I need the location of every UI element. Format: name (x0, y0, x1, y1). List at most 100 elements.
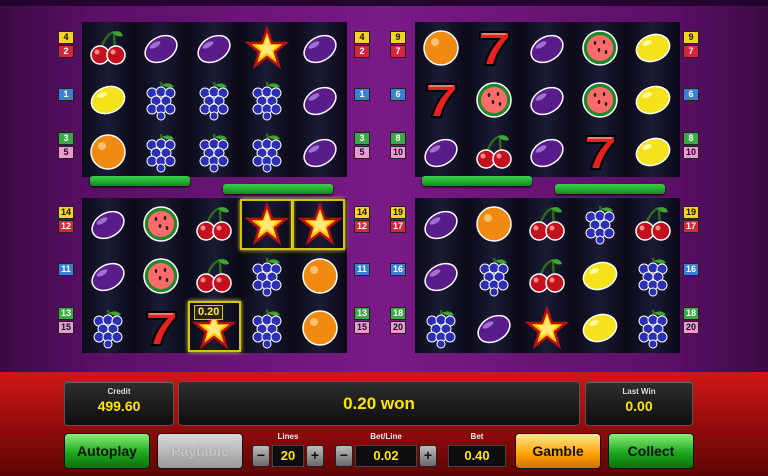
line-number-badge: 13 (354, 307, 370, 320)
line-number-badge: 15 (58, 321, 74, 334)
last-win-display: Last Win 0.00 (585, 381, 693, 426)
paytable-button[interactable]: Paytable (157, 433, 243, 469)
lemon-icon (574, 302, 625, 353)
line-number-badge: 12 (58, 220, 74, 233)
win-highlight-frame (292, 199, 345, 250)
grapes-icon (574, 198, 625, 249)
credit-display: Credit 499.60 (64, 381, 174, 426)
seven-icon (415, 74, 466, 125)
line-number-badge: 2 (58, 45, 74, 58)
grapes-icon (468, 250, 519, 301)
grapes-icon (241, 250, 292, 301)
win-highlight-frame (240, 199, 293, 250)
bet-per-line-decrease-button[interactable]: − (335, 445, 353, 467)
plum-icon (294, 22, 345, 73)
grapes-icon (241, 302, 292, 353)
line-number-badge: 2 (354, 45, 370, 58)
plum-icon (82, 198, 133, 249)
reel (468, 22, 519, 177)
line-number-badge: 16 (683, 263, 699, 276)
separator-bar (223, 184, 333, 194)
reel (521, 22, 572, 177)
orange-icon (415, 22, 466, 73)
orange-icon (294, 250, 345, 301)
line-number-badge: 5 (58, 146, 74, 159)
reel (188, 22, 239, 177)
line-number-badge: 13 (58, 307, 74, 320)
plum-icon (188, 22, 239, 73)
lines-increase-button[interactable]: + (306, 445, 324, 467)
lemon-icon (627, 126, 678, 177)
gamble-button[interactable]: Gamble (515, 433, 601, 469)
reel (294, 22, 345, 177)
line-number-badge: 8 (683, 132, 699, 145)
line-number-badge: 20 (390, 321, 406, 334)
line-number-badge: 9 (390, 31, 406, 44)
reel (415, 22, 466, 177)
reel-grid-bottom-left: 0.20 (82, 198, 347, 353)
watermelon-icon (574, 22, 625, 73)
line-number-badge: 6 (390, 88, 406, 101)
bet-per-line-increase-button[interactable]: + (419, 445, 437, 467)
collect-button[interactable]: Collect (608, 433, 694, 469)
lines-decrease-button[interactable]: − (252, 445, 270, 467)
line-number-badge: 18 (683, 307, 699, 320)
plum-icon (468, 302, 519, 353)
cherry-icon (521, 198, 572, 249)
lemon-icon (627, 22, 678, 73)
lines-value: 20 (272, 445, 304, 467)
plum-icon (294, 74, 345, 125)
line-number-badge: 16 (390, 263, 406, 276)
line-number-badge: 20 (683, 321, 699, 334)
seven-icon (468, 22, 519, 73)
bet-display: Bet 0.40 (446, 431, 508, 473)
reel (627, 198, 678, 353)
grapes-icon (627, 302, 678, 353)
line-number-badge: 10 (390, 146, 406, 159)
star-icon (241, 22, 292, 73)
reel (521, 198, 572, 353)
grapes-icon (135, 126, 186, 177)
plum-icon (415, 126, 466, 177)
line-number-badge: 4 (354, 31, 370, 44)
reel (415, 198, 466, 353)
cherry-icon (521, 250, 572, 301)
cherry-icon (188, 198, 239, 249)
credit-label: Credit (107, 387, 131, 396)
win-message-display: 0.20 won (178, 381, 580, 426)
line-number-badge: 14 (354, 206, 370, 219)
reel-grid-top-left (82, 22, 347, 177)
reel (627, 22, 678, 177)
separator-bar (422, 176, 532, 186)
line-number-badge: 1 (354, 88, 370, 101)
plum-icon (294, 126, 345, 177)
plum-icon (415, 250, 466, 301)
line-number-badge: 14 (58, 206, 74, 219)
plum-icon (521, 22, 572, 73)
win-highlight-frame: 0.20 (188, 301, 241, 352)
grapes-icon (188, 74, 239, 125)
autoplay-button[interactable]: Autoplay (64, 433, 150, 469)
grapes-icon (82, 302, 133, 353)
watermelon-icon (135, 198, 186, 249)
line-number-badge: 9 (683, 31, 699, 44)
line-number-badge: 6 (683, 88, 699, 101)
reel-grid-top-right (415, 22, 680, 177)
line-number-badge: 19 (683, 206, 699, 219)
grapes-icon (241, 74, 292, 125)
watermelon-icon (468, 74, 519, 125)
line-number-badge: 10 (683, 146, 699, 159)
plum-icon (521, 126, 572, 177)
lines-label: Lines (277, 432, 299, 441)
bet-per-line-label: Bet/Line (370, 432, 402, 441)
last-win-label: Last Win (622, 387, 656, 396)
bet-value: 0.40 (448, 445, 506, 467)
reel (135, 198, 186, 353)
line-number-badge: 17 (683, 220, 699, 233)
reel (241, 22, 292, 177)
grapes-icon (135, 74, 186, 125)
line-number-badge: 12 (354, 220, 370, 233)
cherry-icon (468, 126, 519, 177)
line-number-badge: 18 (390, 307, 406, 320)
star-icon (521, 302, 572, 353)
